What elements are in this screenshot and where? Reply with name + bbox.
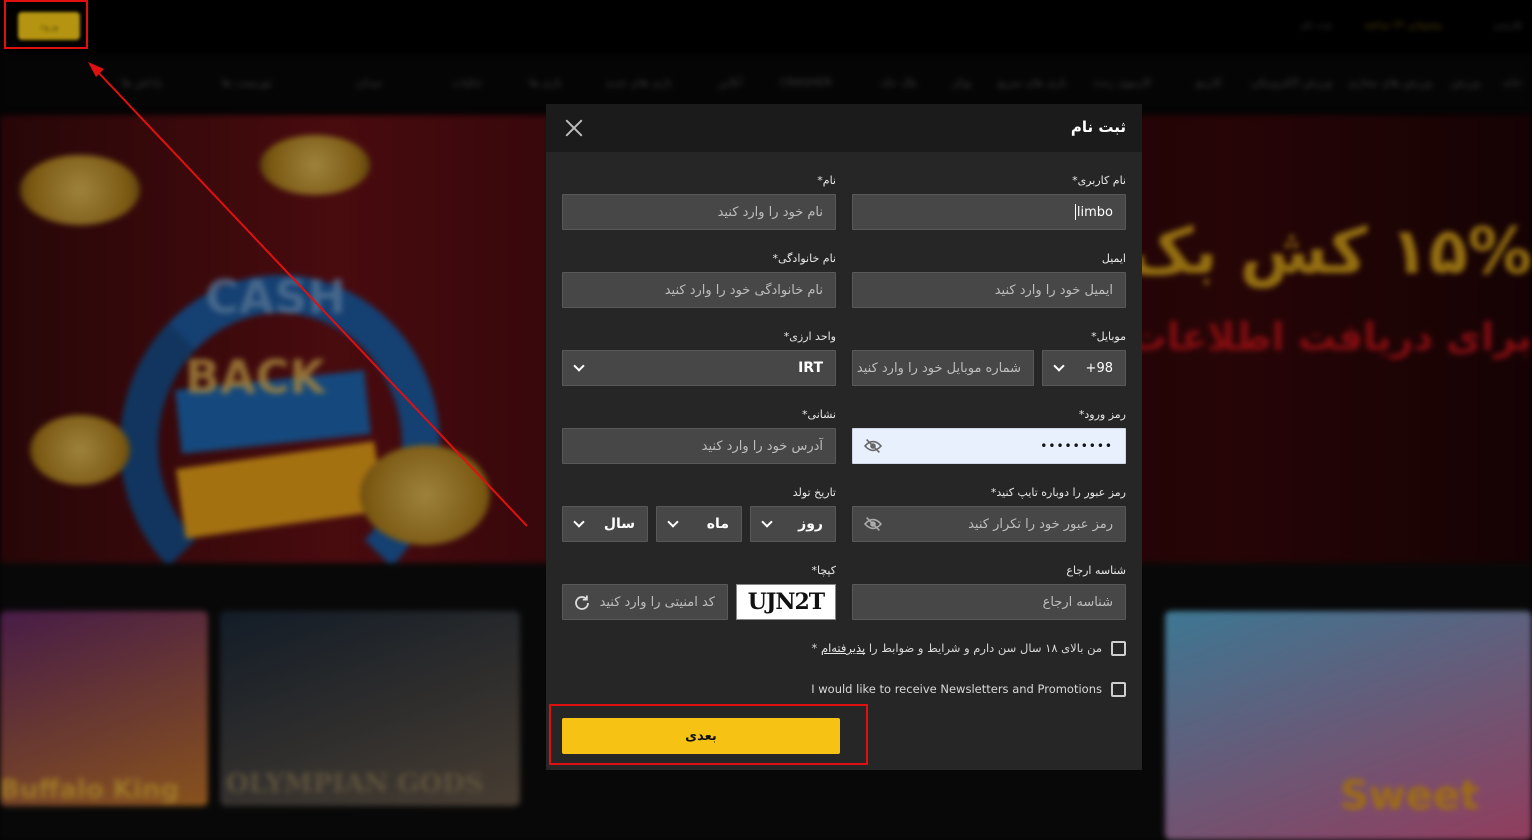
first-name-input[interactable]: نام خود را وارد کنید <box>562 194 836 230</box>
mobile-label: موبایل* <box>1091 330 1126 343</box>
highlight-box-login <box>4 0 88 49</box>
newsletter-label: I would like to receive Newsletters and … <box>811 682 1102 696</box>
chevron-down-icon <box>1053 360 1065 372</box>
birth-year-value: سال <box>603 516 635 532</box>
captcha-placeholder: کد امنیتی را وارد کنید <box>599 594 715 610</box>
password-repeat-placeholder: رمز عبور خود را تکرار کنید <box>968 516 1113 532</box>
referral-input[interactable]: شناسه ارجاع <box>852 584 1126 620</box>
eye-slash-icon[interactable] <box>863 438 883 454</box>
password-repeat-label: رمز عبور را دوباره تایپ کنید* <box>990 486 1126 499</box>
birth-day-value: روز <box>798 516 823 532</box>
address-input[interactable]: آدرس خود را وارد کنید <box>562 428 836 464</box>
username-value: limbo <box>1076 204 1113 220</box>
age-terms-checkbox[interactable] <box>1111 641 1126 656</box>
eye-slash-icon[interactable] <box>863 516 883 532</box>
address-label: نشانی* <box>802 408 836 421</box>
birth-month-value: ماه <box>706 516 729 532</box>
password-input[interactable]: ••••••••• <box>852 428 1126 464</box>
username-input[interactable]: limbo <box>852 194 1126 230</box>
password-label: رمز ورود* <box>1078 408 1126 421</box>
chevron-down-icon <box>667 516 679 528</box>
text-cursor <box>1074 204 1076 220</box>
modal-header: ثبت نام <box>546 104 1142 152</box>
chevron-down-icon <box>761 516 773 528</box>
mobile-input[interactable]: شماره موبایل خود را وارد کنید <box>852 350 1034 386</box>
captcha-label: کپچا* <box>811 564 836 577</box>
email-input[interactable]: ایمیل خود را وارد کنید <box>852 272 1126 308</box>
last-name-input[interactable]: نام خانوادگی خود را وارد کنید <box>562 272 836 308</box>
refresh-icon[interactable] <box>573 594 591 612</box>
first-name-label: نام* <box>817 174 836 187</box>
age-terms-label: من بالای ۱۸ سال سن دارم و شرایط و ضوابط … <box>865 641 1102 655</box>
birth-day-select[interactable]: روز <box>750 506 836 542</box>
currency-select[interactable]: IRT <box>562 350 836 386</box>
required-mark: * <box>811 641 821 655</box>
referral-label: شناسه ارجاع <box>1066 564 1126 577</box>
username-label: نام کاربری* <box>1072 174 1126 187</box>
currency-label: واحد ارزی* <box>783 330 836 343</box>
last-name-label: نام خانوادگی* <box>772 252 836 265</box>
birth-month-select[interactable]: ماه <box>656 506 742 542</box>
highlight-box-next <box>549 704 868 765</box>
chevron-down-icon <box>573 516 585 528</box>
chevron-down-icon <box>573 360 585 372</box>
country-code-value: 98+ <box>1085 360 1113 376</box>
email-label: ایمیل <box>1101 252 1126 265</box>
terms-link[interactable]: پذیرفته‌ام <box>821 641 865 655</box>
password-repeat-input[interactable]: رمز عبور خود را تکرار کنید <box>852 506 1126 542</box>
birth-year-select[interactable]: سال <box>562 506 648 542</box>
country-code-select[interactable]: 98+ <box>1042 350 1126 386</box>
modal-title: ثبت نام <box>1070 118 1126 136</box>
newsletter-checkbox[interactable] <box>1111 682 1126 697</box>
close-icon[interactable] <box>564 118 584 138</box>
currency-value: IRT <box>798 360 823 376</box>
age-terms-text: من بالای ۱۸ سال سن دارم و شرایط و ضوابط … <box>812 641 1102 655</box>
captcha-image: UJN2T <box>736 584 836 620</box>
birthdate-label: تاریخ تولد <box>792 486 836 499</box>
register-modal: ثبت نام نام کاربری* limbo نام* نام خود ر… <box>546 104 1142 770</box>
password-value: ••••••••• <box>1040 439 1113 453</box>
captcha-input[interactable]: کد امنیتی را وارد کنید <box>562 584 728 620</box>
